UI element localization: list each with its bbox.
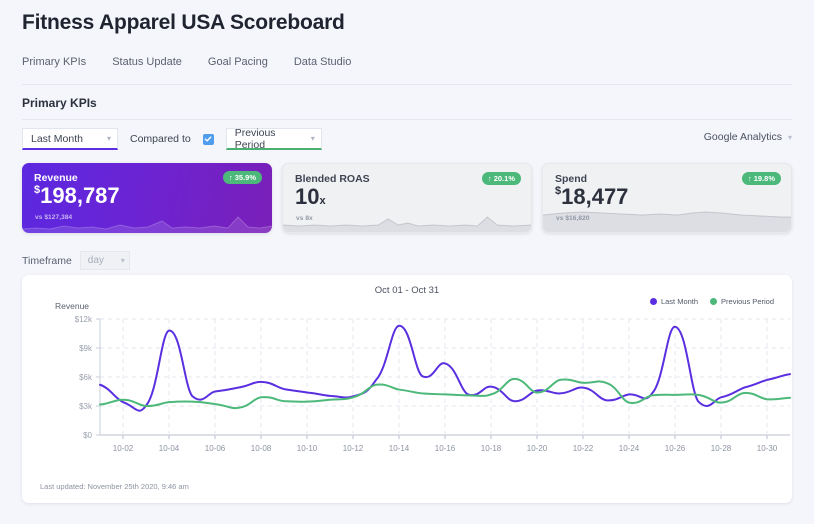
delta-value: 19.8% (753, 174, 775, 183)
tab-data-studio[interactable]: Data Studio (294, 56, 351, 68)
timeframe-label: Timeframe (22, 254, 72, 267)
delta-value: 20.1% (493, 174, 515, 183)
tab-bar: Primary KPIs Status Update Goal Pacing D… (22, 56, 351, 68)
dashboard-page: Fitness Apparel USA Scoreboard Primary K… (0, 0, 814, 524)
tab-status-update[interactable]: Status Update (112, 56, 182, 68)
trend-up-icon: ↑ (747, 174, 752, 183)
svg-text:$3k: $3k (79, 402, 93, 411)
page-title: Fitness Apparel USA Scoreboard (22, 11, 345, 34)
legend-label: Previous Period (721, 297, 774, 306)
revenue-line-chart: $0 $3k $6k $9k $12k 10-02 10-04 10-06 10-08 10-10… (22, 311, 792, 471)
svg-text:10-18: 10-18 (481, 444, 502, 453)
svg-text:10-14: 10-14 (389, 444, 410, 453)
data-source-select[interactable]: Google Analytics ▾ (704, 131, 792, 143)
svg-text:$12k: $12k (75, 315, 93, 324)
chevron-down-icon: ▾ (120, 256, 125, 265)
last-updated-text: Last updated: November 25th 2020, 9:46 a… (40, 482, 189, 491)
legend-label: Last Month (660, 297, 699, 306)
kpi-card-spend[interactable]: Spend $18,477 vs $16,820 ↑ 19.8% (542, 163, 792, 233)
divider-top (22, 84, 792, 85)
section-title: Primary KPIs (22, 96, 97, 110)
trend-up-icon: ↑ (228, 173, 233, 182)
chevron-down-icon: ▾ (106, 134, 111, 143)
legend-dot-icon (710, 298, 718, 305)
svg-text:10-02: 10-02 (113, 444, 134, 453)
date-range-value: Last Month (31, 132, 83, 145)
legend-dot-icon (649, 298, 657, 305)
svg-text:$0: $0 (83, 431, 92, 440)
svg-text:10-24: 10-24 (619, 444, 640, 453)
kpi-number: 18,477 (561, 184, 629, 209)
svg-text:10-10: 10-10 (297, 444, 318, 453)
kpi-value: $198,787 (34, 185, 120, 207)
filter-bar: Last Month ▾ Compared to Previous Period… (22, 126, 322, 151)
svg-text:10-08: 10-08 (251, 444, 272, 453)
svg-text:10-20: 10-20 (527, 444, 548, 453)
status-badge: ↑ 35.9% (222, 171, 262, 184)
tab-goal-pacing[interactable]: Goal Pacing (208, 56, 268, 68)
kpi-previous-value: vs $127,384 (35, 214, 73, 221)
svg-text:10-28: 10-28 (711, 444, 732, 453)
chart-panel: Oct 01 - Oct 31 Last Month Previous Peri… (22, 275, 792, 503)
kpi-previous-value: vs $16,820 (556, 215, 590, 222)
y-axis-title: Revenue (55, 301, 90, 311)
svg-text:10-04: 10-04 (159, 444, 180, 453)
chevron-down-icon: ▾ (787, 132, 792, 142)
timeframe-select[interactable]: day ▾ (79, 251, 130, 270)
kpi-suffix: x (319, 195, 326, 207)
chart-date-range: Oct 01 - Oct 31 (374, 285, 440, 296)
data-source-value: Google Analytics (703, 131, 782, 143)
chart-svg: $0 $3k $6k $9k $12k 10-02 10-04 10-06 10-08 10-10… (75, 315, 791, 453)
svg-text:10-06: 10-06 (205, 444, 226, 453)
kpi-card-revenue[interactable]: Revenue $198,787 vs $127,384 ↑ 35.9% (22, 163, 272, 233)
svg-text:10-22: 10-22 (573, 444, 594, 453)
divider-section (22, 119, 792, 120)
tab-primary-kpis[interactable]: Primary KPIs (22, 56, 86, 68)
kpi-card-row: Revenue $198,787 vs $127,384 ↑ 35.9% Ble… (22, 163, 792, 233)
kpi-card-blended-roas[interactable]: Blended ROAS 10x vs 8x ↑ 20.1% (282, 163, 532, 233)
compare-checkbox[interactable] (202, 133, 214, 145)
timeframe-control: Timeframe day ▾ (22, 251, 130, 270)
compare-range-select[interactable]: Previous Period ▾ (225, 126, 322, 151)
svg-text:10-30: 10-30 (757, 444, 778, 453)
status-badge: ↑ 20.1% (481, 172, 521, 185)
date-range-select[interactable]: Last Month ▾ (22, 128, 118, 150)
compare-label: Compared to (130, 133, 191, 145)
svg-text:$9k: $9k (79, 344, 93, 353)
svg-text:10-26: 10-26 (665, 444, 686, 453)
svg-text:10-12: 10-12 (343, 444, 364, 453)
trend-up-icon: ↑ (487, 174, 492, 183)
legend-item-previous-period[interactable]: Previous Period (710, 297, 774, 306)
status-badge: ↑ 19.8% (741, 172, 781, 185)
svg-text:10-16: 10-16 (435, 444, 456, 453)
compare-range-value: Previous Period (234, 126, 276, 151)
chart-legend: Last Month Previous Period (649, 297, 774, 306)
kpi-number: 10 (295, 184, 320, 209)
timeframe-value: day (87, 255, 104, 266)
kpi-number: 198,787 (40, 183, 120, 208)
kpi-previous-value: vs 8x (296, 215, 313, 222)
delta-value: 35.9% (234, 173, 256, 182)
kpi-value: $18,477 (555, 186, 628, 208)
chevron-down-icon: ▾ (310, 134, 315, 143)
svg-text:$6k: $6k (79, 373, 93, 382)
kpi-value: 10x (295, 186, 326, 208)
legend-item-last-month[interactable]: Last Month (649, 297, 699, 306)
